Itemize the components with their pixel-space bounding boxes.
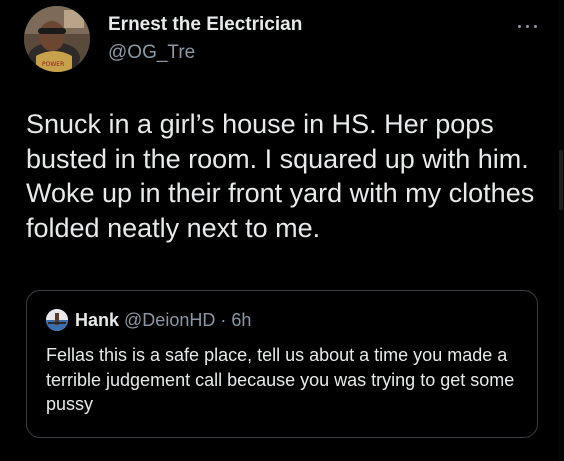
more-options-icon[interactable]: [514, 18, 542, 34]
quoted-tweet-card[interactable]: Hank @DeionHD · 6h Fellas this is a safe…: [26, 290, 538, 438]
quoted-author-avatar[interactable]: [46, 309, 68, 331]
scrollbar-thumb[interactable]: [559, 150, 563, 210]
tweet-text: Snuck in a girl’s house in HS. Her pops …: [26, 109, 535, 243]
pier-photo-icon: [46, 309, 68, 331]
avatar-photo-icon: POWER: [24, 6, 90, 72]
author-name[interactable]: Ernest the Electrician: [108, 14, 302, 36]
meta-separator: ·: [215, 310, 232, 330]
quoted-timestamp[interactable]: 6h: [231, 310, 251, 330]
scrollbar-track[interactable]: [558, 0, 564, 461]
author-handle[interactable]: @OG_Tre: [108, 42, 195, 64]
tweet: POWER Ernest the Electrician @OG_Tre Snu…: [0, 0, 564, 461]
svg-text:POWER: POWER: [42, 61, 64, 68]
quoted-author-handle[interactable]: @DeionHD: [124, 310, 215, 330]
quoted-tweet-header: Hank @DeionHD · 6h: [75, 310, 251, 331]
author-avatar[interactable]: POWER: [24, 6, 90, 72]
quoted-tweet-text: Fellas this is a safe place, tell us abo…: [46, 345, 515, 414]
quoted-author-name[interactable]: Hank: [75, 310, 119, 330]
